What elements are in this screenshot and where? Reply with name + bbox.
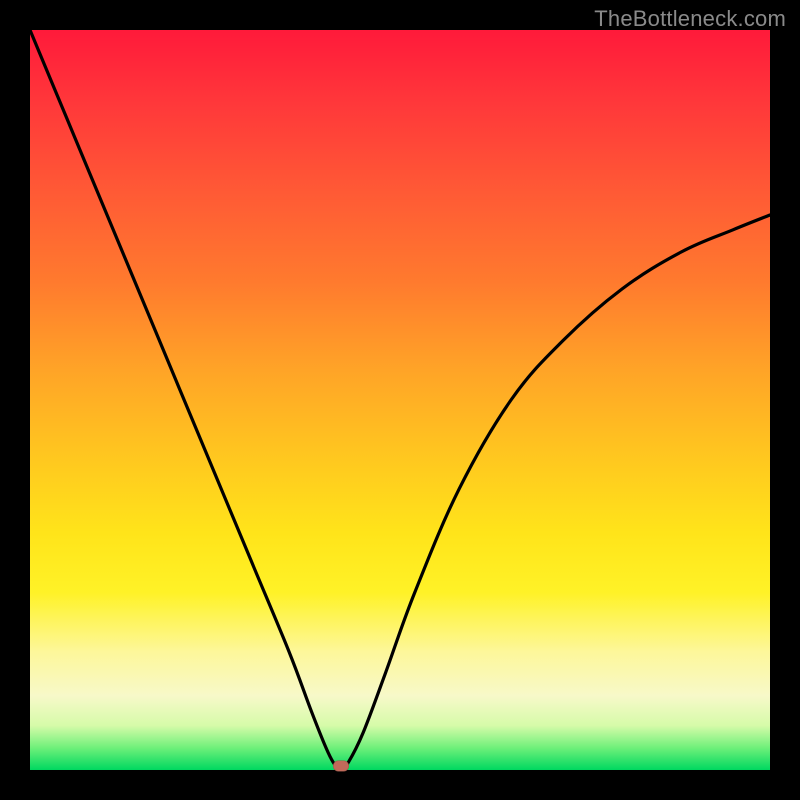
watermark-text: TheBottleneck.com (594, 6, 786, 32)
bottleneck-curve (30, 30, 770, 770)
curve-svg (30, 30, 770, 770)
chart-frame: TheBottleneck.com (0, 0, 800, 800)
plot-area (30, 30, 770, 770)
min-point-marker (333, 761, 349, 772)
